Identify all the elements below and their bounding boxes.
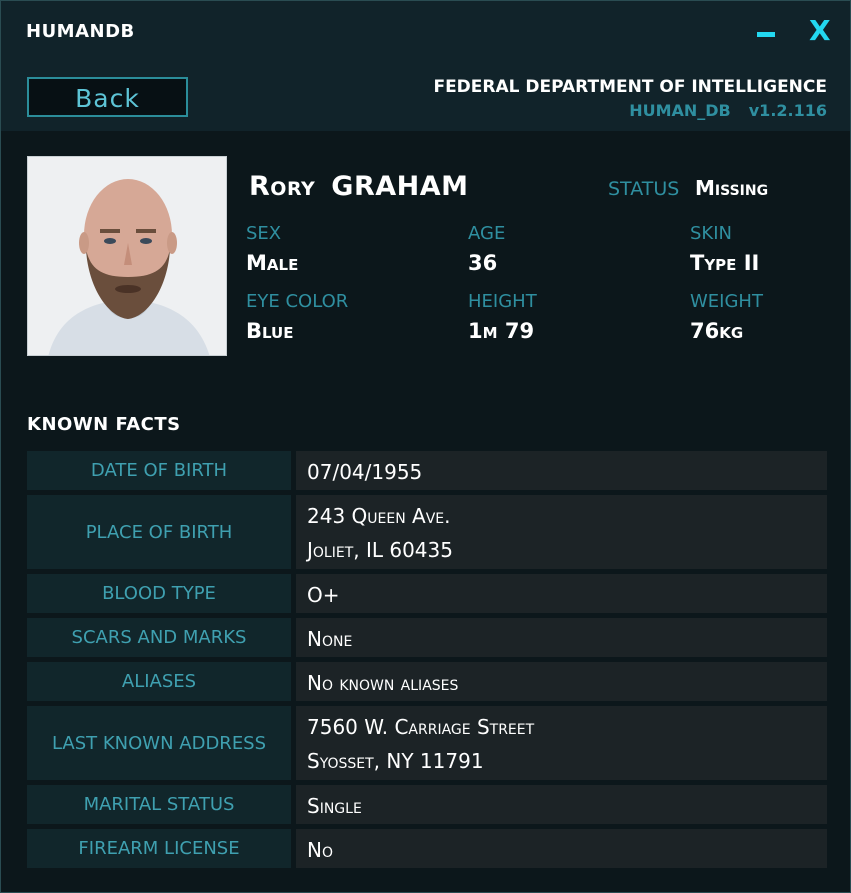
fact-label: DATE OF BIRTH	[27, 451, 291, 490]
fact-row-aliases: ALIASES No known aliases	[27, 662, 827, 701]
fact-value-line: 243 Queen Ave.	[307, 504, 451, 528]
weight-label: WEIGHT	[690, 291, 763, 312]
back-button[interactable]: Back	[27, 77, 188, 117]
fact-row-scars-and-marks: SCARS AND MARKS None	[27, 618, 827, 657]
profile-photo	[27, 156, 227, 356]
fact-value-line: 7560 W. Carriage Street	[307, 715, 535, 739]
fact-value-line: No known aliases	[307, 670, 459, 695]
fact-value-line: Single	[307, 793, 362, 818]
eye-color-label: EYE COLOR	[246, 291, 349, 312]
known-facts-title: KNOWN FACTS	[27, 414, 181, 435]
fact-row-place-of-birth: PLACE OF BIRTH 243 Queen Ave. Joliet, IL…	[27, 495, 827, 569]
fact-label: LAST KNOWN ADDRESS	[27, 706, 291, 780]
age-value: 36	[468, 251, 498, 275]
fact-value-line: Joliet, IL 60435	[307, 538, 453, 562]
fact-label: BLOOD TYPE	[27, 574, 291, 613]
close-icon[interactable]: X	[809, 15, 831, 47]
fact-value-line: No	[307, 837, 333, 862]
fact-row-blood-type: BLOOD TYPE O+	[27, 574, 827, 613]
person-name: Rory GRAHAM	[249, 171, 469, 202]
fact-value-line: O+	[307, 582, 340, 607]
fact-row-marital-status: MARITAL STATUS Single	[27, 785, 827, 824]
fact-label: MARITAL STATUS	[27, 785, 291, 824]
status-label: STATUS	[608, 178, 680, 200]
db-info: HUMAN_DB v1.2.116	[629, 101, 827, 120]
agency-name: FEDERAL DEPARTMENT OF INTELLIGENCE	[433, 77, 827, 97]
header-bar: HUMANDB X Back FEDERAL DEPARTMENT OF INT…	[1, 1, 850, 131]
fact-label: FIREARM LICENSE	[27, 829, 291, 868]
weight-value: 76kg	[690, 319, 744, 343]
db-name: HUMAN_DB	[629, 101, 731, 120]
last-name: GRAHAM	[331, 171, 469, 202]
sex-label: SEX	[246, 223, 282, 244]
height-value: 1m 79	[468, 319, 535, 343]
height-label: HEIGHT	[468, 291, 537, 312]
fact-value-line: Syosset, NY 11791	[307, 749, 484, 773]
fact-value-line: None	[307, 626, 353, 651]
fact-value: No	[296, 829, 827, 868]
humandb-window: HUMANDB X Back FEDERAL DEPARTMENT OF INT…	[0, 0, 851, 893]
fact-value: 7560 W. Carriage Street Syosset, NY 1179…	[296, 706, 827, 780]
fact-value: Single	[296, 785, 827, 824]
eye-color-value: Blue	[246, 319, 294, 343]
fact-row-date-of-birth: DATE OF BIRTH 07/04/1955	[27, 451, 827, 490]
fact-value: No known aliases	[296, 662, 827, 701]
fact-label: PLACE OF BIRTH	[27, 495, 291, 569]
status-value: Missing	[695, 176, 769, 200]
version: v1.2.116	[748, 101, 827, 120]
fact-label: SCARS AND MARKS	[27, 618, 291, 657]
fact-value: 07/04/1955	[296, 451, 827, 490]
sex-value: Male	[246, 251, 299, 275]
first-name: Rory	[249, 171, 316, 202]
age-label: AGE	[468, 223, 506, 244]
minimize-icon[interactable]	[757, 15, 779, 47]
skin-label: SKIN	[690, 223, 733, 244]
fact-row-firearm-license: FIREARM LICENSE No	[27, 829, 827, 868]
skin-value: Type II	[690, 251, 760, 275]
fact-row-last-known-address: LAST KNOWN ADDRESS 7560 W. Carriage Stre…	[27, 706, 827, 780]
fact-label: ALIASES	[27, 662, 291, 701]
fact-value-line: 07/04/1955	[307, 459, 423, 484]
portrait-image	[28, 157, 226, 355]
fact-value: O+	[296, 574, 827, 613]
fact-value: 243 Queen Ave. Joliet, IL 60435	[296, 495, 827, 569]
fact-value: None	[296, 618, 827, 657]
app-title: HUMANDB	[26, 21, 135, 42]
